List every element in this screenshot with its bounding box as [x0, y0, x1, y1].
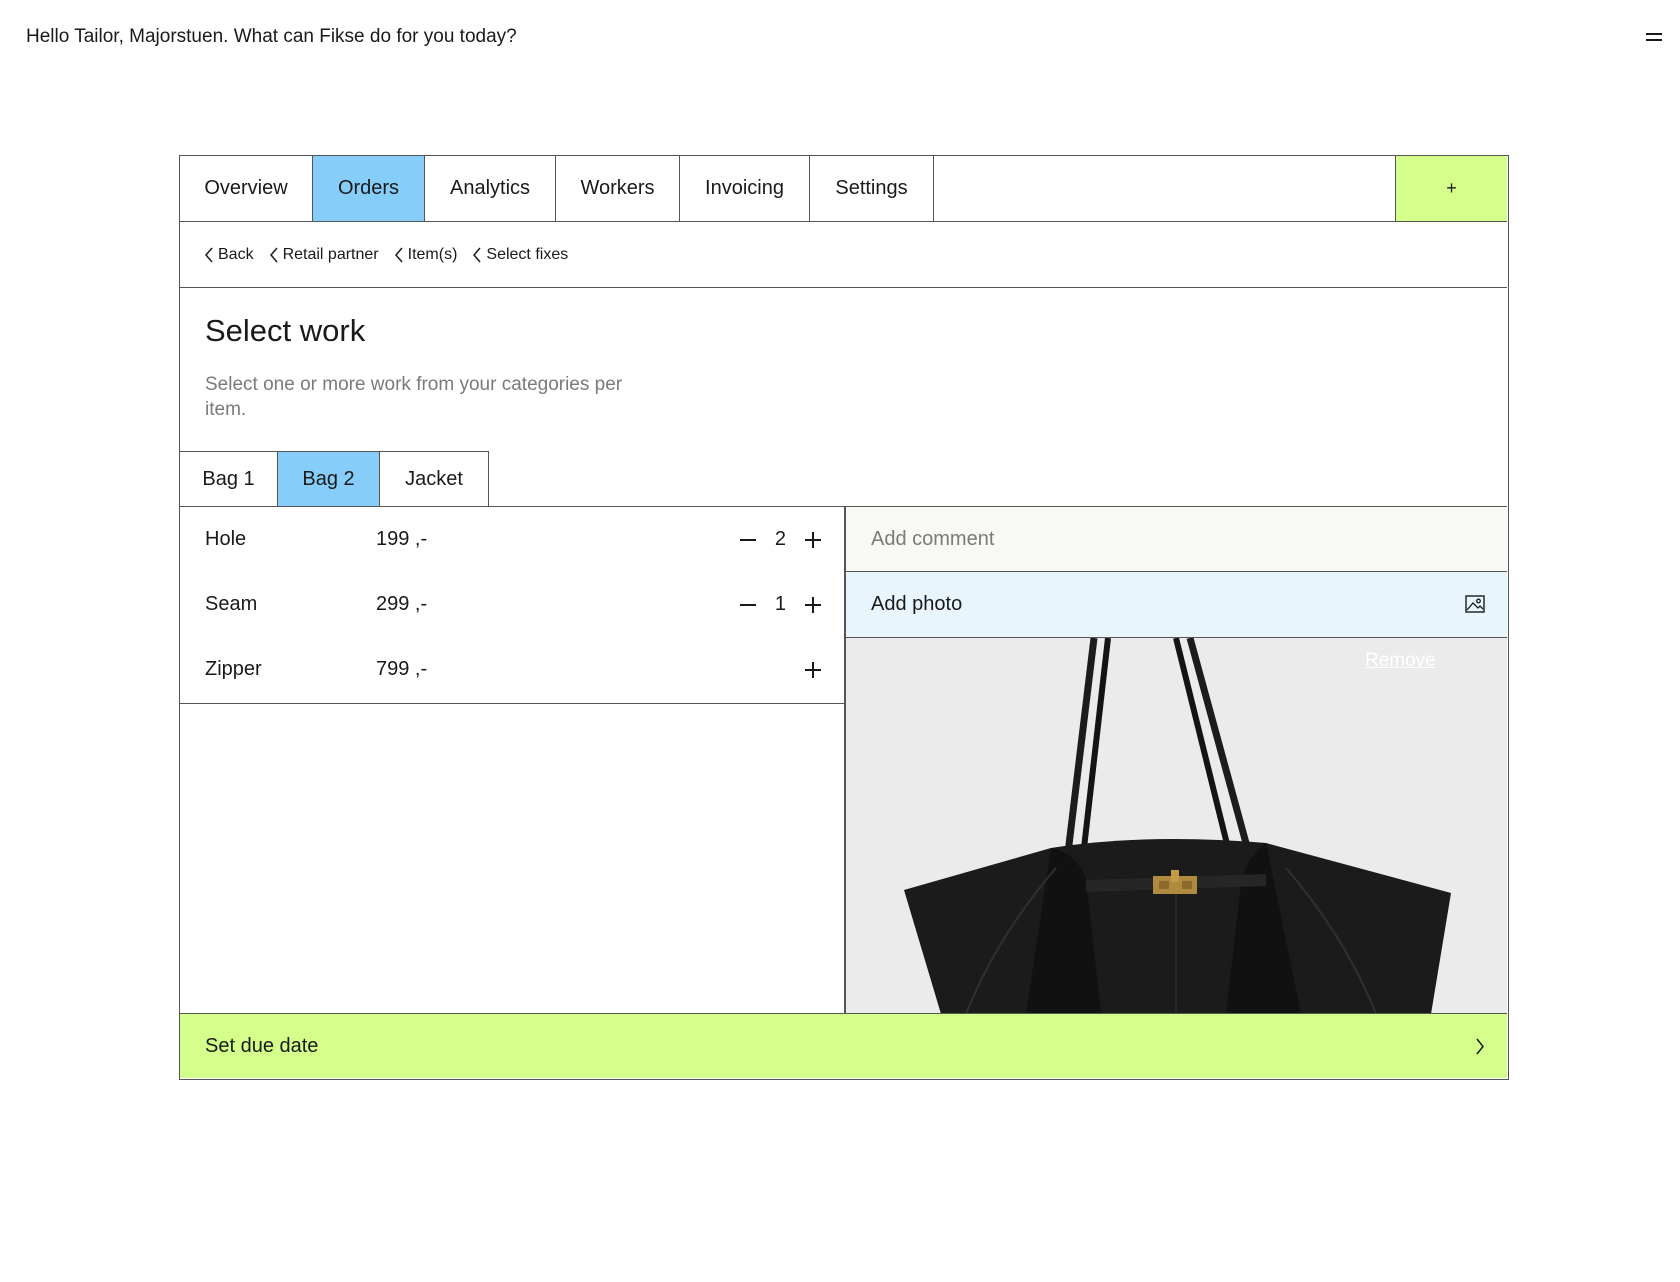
quantity-stepper	[786, 661, 822, 679]
work-price: 199 ,-	[376, 528, 428, 550]
tab-spacer	[934, 156, 1396, 221]
minus-icon[interactable]	[739, 596, 757, 614]
tab-invoicing[interactable]: Invoicing	[680, 156, 810, 221]
add-photo-button[interactable]: Add photo	[846, 572, 1507, 638]
tab-bag-2[interactable]: Bag 2	[278, 452, 380, 507]
bag-image	[904, 638, 1451, 1014]
breadcrumb: Back Retail partner Item(s) Select fixes	[180, 222, 1507, 288]
work-price: 799 ,-	[376, 658, 428, 680]
orders-panel: Overview Orders Analytics Workers Invoic…	[179, 155, 1509, 1080]
set-due-date-button[interactable]: Set due date	[180, 1013, 1507, 1078]
work-area: Hole 199 ,- 2 Seam 299 ,- 1 Zipper 799 ,…	[180, 506, 1507, 1014]
quantity-stepper: 1	[721, 593, 822, 616]
breadcrumb-back[interactable]: Back	[204, 246, 254, 264]
tab-workers[interactable]: Workers	[556, 156, 680, 221]
plus-icon[interactable]	[804, 531, 822, 549]
add-photo-label: Add photo	[871, 593, 963, 615]
add-button[interactable]: +	[1396, 156, 1507, 221]
main-nav: Overview Orders Analytics Workers Invoic…	[180, 156, 1507, 222]
list-item: Seam 299 ,- 1	[180, 572, 844, 637]
chevron-left-icon	[205, 247, 213, 262]
breadcrumb-label: Retail partner	[282, 245, 379, 263]
plus-icon[interactable]	[804, 596, 822, 614]
item-photo: Remove	[846, 638, 1507, 1014]
due-date-label: Set due date	[205, 1034, 319, 1057]
page-subtitle: Select one or more work from your catego…	[205, 374, 623, 420]
item-tabs: Bag 1 Bag 2 Jacket	[180, 451, 489, 507]
plus-icon[interactable]	[804, 661, 822, 679]
list-item: Hole 199 ,- 2	[180, 507, 844, 572]
menu-icon[interactable]	[1646, 32, 1662, 42]
comment-input[interactable]: Add comment	[846, 507, 1507, 572]
quantity-stepper: 2	[721, 528, 822, 551]
chevron-right-icon	[1476, 1038, 1484, 1055]
tab-jacket[interactable]: Jacket	[380, 452, 488, 507]
work-name: Seam	[205, 593, 258, 615]
remove-photo-link[interactable]: Remove	[1365, 650, 1436, 672]
chevron-left-icon	[473, 247, 481, 262]
tab-settings[interactable]: Settings	[810, 156, 934, 221]
work-list: Hole 199 ,- 2 Seam 299 ,- 1 Zipper 799 ,…	[180, 507, 844, 704]
breadcrumb-label: Item(s)	[407, 245, 458, 263]
work-name: Zipper	[205, 658, 262, 680]
work-price: 299 ,-	[376, 593, 428, 615]
quantity-value: 2	[774, 528, 786, 550]
breadcrumb-retail-partner[interactable]: Retail partner	[269, 246, 379, 264]
tab-overview[interactable]: Overview	[180, 156, 313, 221]
tab-bag-1[interactable]: Bag 1	[180, 452, 278, 507]
list-item: Zipper 799 ,-	[180, 637, 844, 702]
chevron-left-icon	[394, 247, 403, 262]
chevron-left-icon	[269, 247, 278, 262]
breadcrumb-items[interactable]: Item(s)	[394, 245, 458, 264]
image-icon	[1465, 595, 1485, 613]
work-name: Hole	[205, 528, 247, 550]
page-title: Select work	[205, 313, 366, 348]
quantity-value: 1	[774, 593, 786, 615]
breadcrumb-select-fixes[interactable]: Select fixes	[472, 246, 568, 264]
breadcrumb-label: Back	[218, 245, 254, 263]
tab-orders[interactable]: Orders	[313, 156, 425, 221]
greeting-text: Hello Tailor, Majorstuen. What can Fikse…	[26, 26, 517, 47]
minus-icon[interactable]	[739, 531, 757, 549]
breadcrumb-label: Select fixes	[486, 245, 569, 263]
tab-analytics[interactable]: Analytics	[425, 156, 556, 221]
